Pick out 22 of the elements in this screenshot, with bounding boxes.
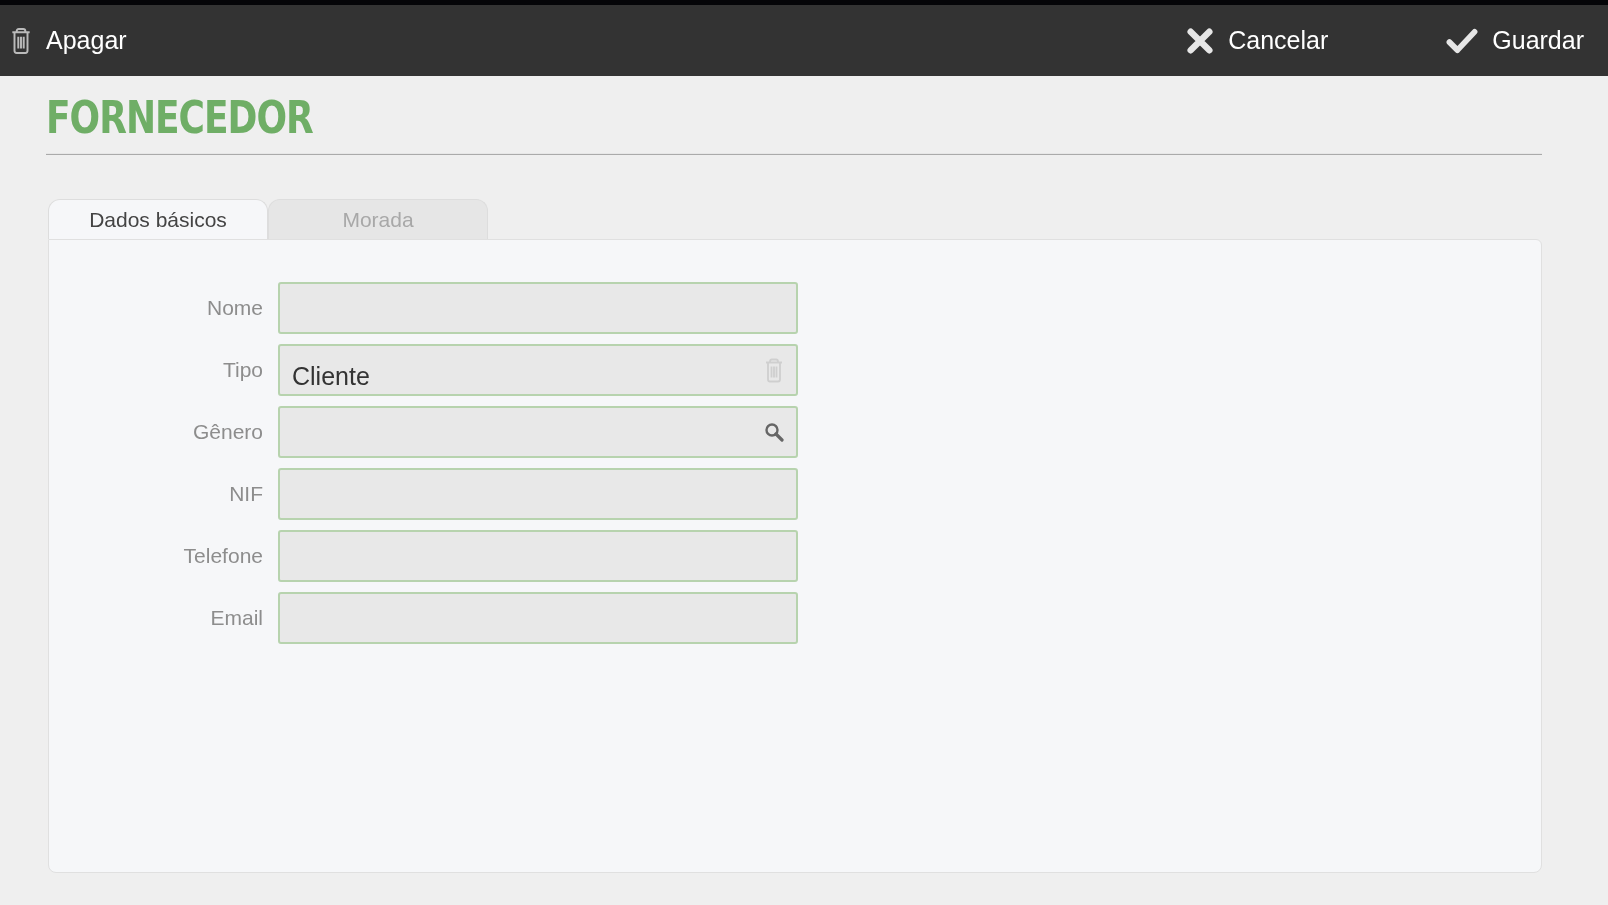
- save-button[interactable]: Guardar: [1436, 20, 1594, 61]
- input-field[interactable]: [278, 592, 798, 644]
- trash-icon: [10, 27, 32, 54]
- input-field[interactable]: Cliente: [278, 344, 798, 396]
- page-title: FORNECEDOR: [46, 92, 1542, 155]
- field-label: Email: [209, 606, 264, 630]
- close-icon: [1186, 26, 1215, 55]
- search-icon[interactable]: [764, 422, 784, 442]
- delete-button[interactable]: Apagar: [0, 20, 137, 61]
- field-label: Tipo: [221, 358, 264, 382]
- cancel-button[interactable]: Cancelar: [1176, 20, 1339, 61]
- input-field[interactable]: [278, 282, 798, 334]
- field-label: NIF: [228, 482, 264, 506]
- field-label: Nome: [205, 296, 264, 320]
- checkmark-icon: [1446, 26, 1479, 55]
- input-field[interactable]: [278, 468, 798, 520]
- trash-icon[interactable]: [764, 357, 784, 383]
- field-label: Gênero: [191, 420, 264, 444]
- input-field[interactable]: [278, 530, 798, 582]
- search-field[interactable]: [278, 406, 798, 458]
- tab[interactable]: Dados básicos: [48, 199, 268, 239]
- field-label: Telefone: [182, 544, 264, 568]
